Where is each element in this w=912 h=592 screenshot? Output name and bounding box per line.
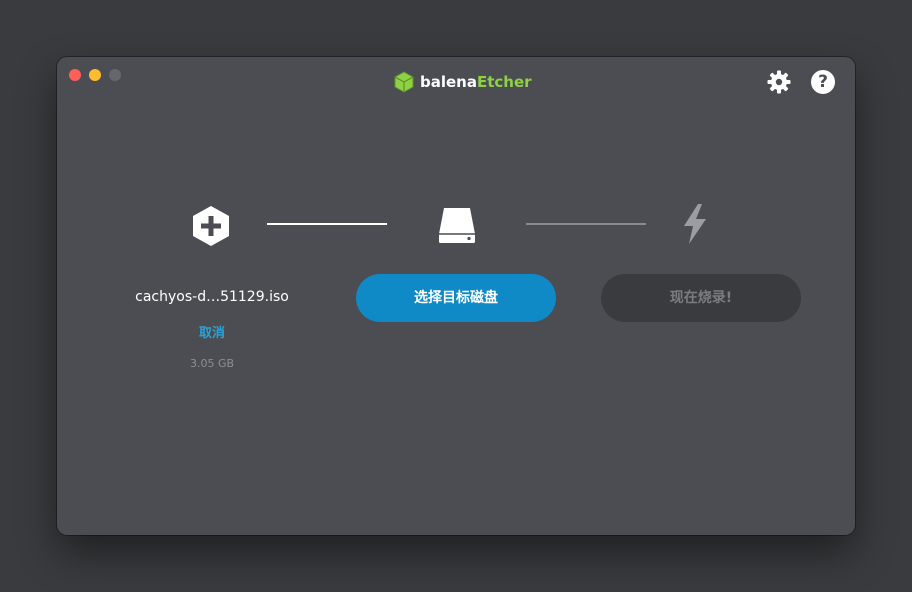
app-window: balenaEtcher ? cachyos-d…51129.iso 取消 3.… — [57, 57, 855, 535]
window-controls — [69, 69, 121, 81]
settings-gear-icon[interactable] — [767, 70, 791, 94]
cancel-image-link[interactable]: 取消 — [117, 322, 307, 341]
brand-name-part1: balena — [420, 73, 477, 91]
image-size-label: 3.05 GB — [189, 357, 235, 370]
flash-button[interactable]: 现在烧录! — [601, 274, 801, 322]
step-connector-2 — [526, 223, 646, 225]
select-target-button[interactable]: 选择目标磁盘 — [356, 274, 556, 322]
zoom-window-button[interactable] — [109, 69, 121, 81]
help-icon[interactable]: ? — [811, 70, 835, 94]
app-brand: balenaEtcher — [394, 71, 532, 93]
drive-icon — [439, 208, 475, 243]
close-window-button[interactable] — [69, 69, 81, 81]
step-connector-1 — [267, 223, 387, 225]
selected-image-filename: cachyos-d…51129.iso — [135, 289, 289, 305]
brand-name-part2: Etcher — [476, 73, 532, 91]
lightning-bolt-icon — [684, 204, 706, 244]
add-image-hexagon-icon[interactable] — [191, 205, 231, 247]
etcher-cube-icon — [394, 71, 414, 93]
minimize-window-button[interactable] — [89, 69, 101, 81]
